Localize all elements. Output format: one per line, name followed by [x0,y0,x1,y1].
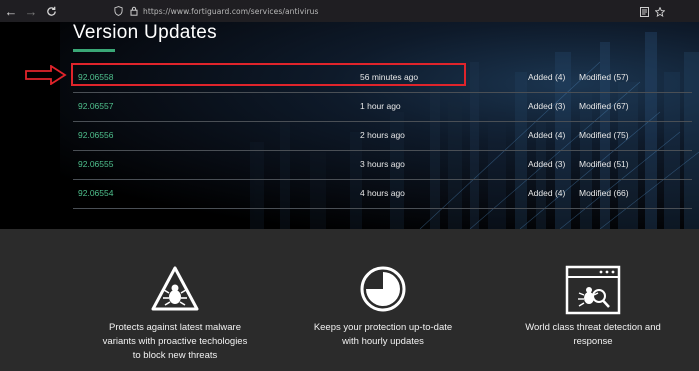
page-title: Version Updates [73,22,217,43]
reload-icon[interactable] [43,3,59,19]
modified-count: Modified (51) [579,159,629,169]
modified-count: Modified (57) [579,72,629,82]
shield-icon[interactable] [113,6,124,17]
version-link[interactable]: 92.06556 [78,130,113,140]
features-section: Protects against latest malware variants… [0,229,699,371]
version-link[interactable]: 92.06555 [78,159,113,169]
reader-view-icon[interactable] [640,4,649,22]
annotation-arrow-icon [25,65,67,85]
browser-bug-search-icon [565,265,621,320]
bug-warning-icon [150,265,200,318]
version-updates-section: Version Updates 92.06558 56 minutes ago … [0,22,699,229]
clock-pie-icon [359,265,407,318]
feature-description: World class threat detection and respons… [525,322,661,347]
added-count: Added (3) [528,159,566,169]
modified-count: Modified (75) [579,130,629,140]
added-count: Added (3) [528,101,566,111]
browser-toolbar: ← → https://www.fortiguard.com/services/… [0,0,699,22]
update-row: 92.06554 4 hours ago Added (4) Modified … [73,179,692,209]
bookmark-star-icon[interactable] [654,4,666,22]
update-row: 92.06557 1 hour ago Added (3) Modified (… [73,92,692,122]
update-time: 3 hours ago [360,159,405,169]
added-count: Added (4) [528,130,566,140]
update-row: 92.06555 3 hours ago Added (3) Modified … [73,150,692,180]
annotation-highlight-box [71,63,466,86]
update-time: 4 hours ago [360,188,405,198]
title-underline [73,49,115,52]
feature-description: Keeps your protection up-to-date with ho… [313,322,453,347]
lock-icon[interactable] [128,6,139,17]
update-row: 92.06556 2 hours ago Added (4) Modified … [73,121,692,151]
modified-count: Modified (66) [579,188,629,198]
arrow-left-icon[interactable]: ← [3,3,19,19]
url-text[interactable]: https://www.fortiguard.com/services/anti… [143,7,319,16]
feature-description: Protects against latest malware variants… [102,322,248,361]
update-time: 2 hours ago [360,130,405,140]
update-time: 1 hour ago [360,101,401,111]
version-link[interactable]: 92.06557 [78,101,113,111]
arrow-right-icon[interactable]: → [23,3,39,19]
modified-count: Modified (67) [579,101,629,111]
added-count: Added (4) [528,188,566,198]
added-count: Added (4) [528,72,566,82]
version-link[interactable]: 92.06554 [78,188,113,198]
address-bar[interactable]: https://www.fortiguard.com/services/anti… [113,4,666,18]
